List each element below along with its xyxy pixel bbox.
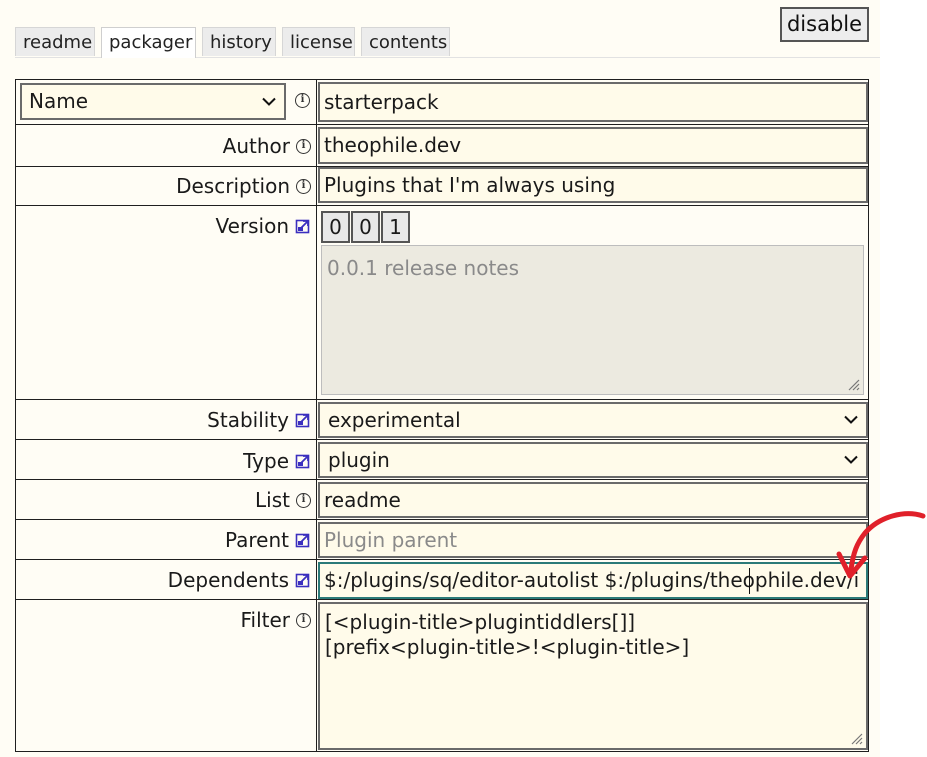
stability-select[interactable]: experimental [318,402,868,438]
info-icon: i [296,492,311,508]
chevron-down-icon [844,455,858,464]
row-divider [15,124,869,125]
row-divider [15,599,869,600]
version-minor-input[interactable]: 0 [351,211,380,243]
row-divider [15,519,869,520]
name-input[interactable]: starterpack [318,82,868,122]
stability-label: Stability [207,408,311,432]
description-input[interactable]: Plugins that I'm always using [318,167,868,203]
text-cursor [749,568,750,594]
tab-readme[interactable]: readme [15,27,95,56]
tab-history[interactable]: history [202,27,276,56]
tab-bar: readme packager history license contents [15,27,880,58]
tab-license[interactable]: license [282,27,355,56]
external-link-icon[interactable] [295,572,311,588]
row-divider [15,479,869,480]
external-link-icon[interactable] [295,453,311,469]
parent-input[interactable]: Plugin parent [318,522,868,558]
resize-grip-icon[interactable] [846,377,860,391]
info-icon: i [295,93,310,108]
release-notes-placeholder: 0.0.1 release notes [327,256,520,280]
filter-line: [<plugin-title>plugintiddlers[]] [325,610,636,634]
name-field-select[interactable]: Name [20,83,286,120]
type-select[interactable]: plugin [318,442,868,478]
external-link-icon[interactable] [295,218,311,234]
row-divider [15,559,869,560]
list-label: List i [255,488,311,512]
type-label: Type [243,449,311,473]
author-input[interactable]: theophile.dev [318,127,868,164]
disable-button[interactable]: disable [780,7,869,42]
version-major-input[interactable]: 0 [321,211,350,243]
name-select-value: Name [29,89,89,113]
external-link-icon[interactable] [295,412,311,428]
filter-label: Filter i [240,608,311,632]
list-input[interactable]: readme [318,482,868,518]
type-value: plugin [328,448,390,472]
column-divider [316,79,317,752]
info-icon: i [296,178,311,194]
tab-packager[interactable]: packager [101,27,196,58]
version-label: Version [215,214,311,238]
info-icon: i [296,612,311,628]
parent-label: Parent [225,528,311,552]
description-label: Description i [176,174,311,198]
dependents-label: Dependents [168,568,311,592]
external-link-icon[interactable] [295,532,311,548]
row-divider [15,439,869,440]
filter-line: [prefix<plugin-title>!<plugin-title>] [325,635,690,659]
stability-value: experimental [328,408,461,432]
chevron-down-icon [844,415,858,424]
dependents-input[interactable]: $:/plugins/sq/editor-autolist $:/plugins… [318,562,868,599]
resize-grip-icon[interactable] [849,731,863,745]
row-divider [15,205,869,206]
version-patch-input[interactable]: 1 [381,211,410,243]
author-label: Author i [223,134,311,158]
release-notes-textarea[interactable]: 0.0.1 release notes [321,245,864,395]
info-icon: i [296,138,311,154]
filter-textarea[interactable]: [<plugin-title>plugintiddlers[]] [prefix… [318,602,868,750]
tab-contents[interactable]: contents [361,27,450,56]
row-divider [15,399,869,400]
red-arrow-annotation [836,511,926,579]
chevron-down-icon [262,97,276,106]
